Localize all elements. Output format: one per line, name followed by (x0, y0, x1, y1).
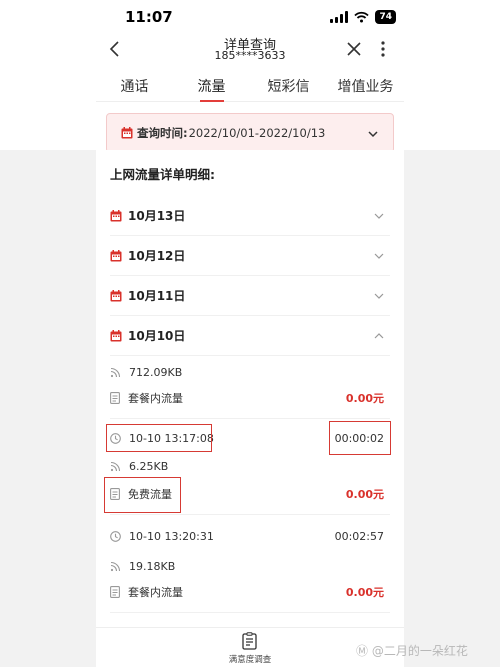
record-duration: 00:02:57 (334, 529, 384, 543)
chevron-down-icon (374, 213, 384, 219)
data-signal-icon (110, 561, 121, 571)
data-amount: 712.09KB (129, 365, 183, 379)
tab-data[interactable]: 流量 (173, 70, 250, 102)
day-label: 10月13日 (128, 209, 186, 223)
tab-bar: 通话 流量 短彩信 增值业务 (96, 70, 404, 102)
battery-icon: 74 (375, 10, 396, 24)
highlight-box-duration (329, 421, 391, 455)
tab-calls[interactable]: 通话 (96, 70, 173, 101)
query-time-selector[interactable]: 查询时间: 2022/10/01-2022/10/13 (106, 113, 394, 153)
status-icons: 74 (330, 10, 396, 24)
phone-number: 185****3633 (214, 49, 286, 62)
watermark-logo-icon: Ⓜ (356, 644, 369, 658)
tab-value-added[interactable]: 增值业务 (327, 70, 404, 101)
document-icon (110, 586, 120, 598)
day-row-1011[interactable]: 10月11日 (110, 276, 390, 316)
day-label: 10月10日 (128, 329, 186, 343)
query-label: 查询时间: (137, 126, 188, 140)
tab-sms[interactable]: 短彩信 (250, 70, 327, 101)
details-panel: 上网流量详单明细: 10月13日 10月12日 10月11日 10月10日 71… (96, 150, 404, 627)
wifi-icon (354, 11, 370, 23)
more-icon[interactable] (376, 39, 390, 59)
day-label: 10月12日 (128, 249, 186, 263)
record-type-row: 套餐内流量 0.00元 (110, 574, 390, 610)
calendar-icon (110, 209, 122, 221)
record-time: 10-10 13:20:31 (129, 529, 214, 543)
status-bar: 11:07 74 (0, 0, 500, 34)
highlight-box-time (106, 424, 212, 452)
day-row-1010[interactable]: 10月10日 (110, 316, 390, 356)
chevron-down-icon (374, 293, 384, 299)
day-row-1012[interactable]: 10月12日 (110, 236, 390, 276)
clock-icon (110, 530, 121, 542)
chevron-down-icon (368, 131, 378, 138)
calendar-icon (110, 289, 122, 301)
fee-amount: 0.00元 (345, 488, 384, 501)
fee-amount: 0.00元 (345, 392, 384, 405)
data-signal-icon (110, 367, 121, 377)
watermark-text: @ (371, 644, 384, 658)
document-icon (110, 392, 120, 404)
traffic-type: 套餐内流量 (128, 586, 183, 599)
watermark-name: 二月的一朵红花 (383, 644, 468, 658)
status-time: 11:07 (125, 8, 173, 26)
chevron-down-icon (374, 253, 384, 259)
close-icon[interactable] (344, 39, 364, 59)
calendar-icon (110, 329, 122, 341)
highlight-box-free-traffic (104, 477, 181, 513)
divider (110, 514, 390, 515)
data-amount: 6.25KB (129, 459, 169, 473)
traffic-type: 套餐内流量 (128, 392, 183, 405)
day-label: 10月11日 (128, 289, 186, 303)
watermark: Ⓜ @二月的一朵红花 (356, 642, 468, 659)
section-title: 上网流量详单明细: (110, 167, 215, 182)
data-signal-icon (110, 461, 121, 471)
divider (110, 418, 390, 419)
survey-icon[interactable] (241, 632, 259, 650)
calendar-icon (121, 127, 133, 139)
record-type-row: 套餐内流量 0.00元 (110, 380, 390, 416)
day-row-1013[interactable]: 10月13日 (110, 196, 390, 236)
nav-bar: 详单查询 185****3633 (0, 34, 500, 70)
fee-amount: 0.00元 (345, 586, 384, 599)
calendar-icon (110, 249, 122, 261)
divider (110, 612, 390, 613)
data-amount: 19.18KB (129, 559, 176, 573)
query-date-range: 2022/10/01-2022/10/13 (188, 126, 326, 140)
signal-icon (330, 11, 349, 23)
chevron-up-icon (374, 333, 384, 339)
